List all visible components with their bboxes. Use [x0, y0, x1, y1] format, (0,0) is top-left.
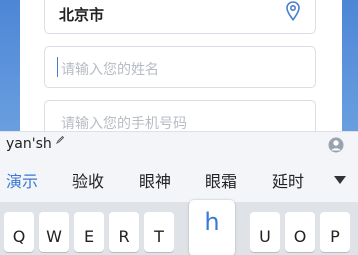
candidate-item[interactable]: 演示 [6, 168, 38, 192]
text-caret [57, 57, 58, 77]
key-e[interactable]: E [74, 212, 104, 252]
key-preview-popup: h [189, 200, 235, 255]
key-r[interactable]: R [109, 212, 139, 252]
ime-panel: yan'sh 演示 验收 眼神 眼霜 延时 Q W E R T U O P h [0, 131, 358, 255]
candidate-item[interactable]: 眼神 [139, 168, 171, 192]
name-field[interactable]: 请输入您的姓名 [44, 46, 316, 88]
candidate-item[interactable]: 眼霜 [205, 168, 237, 192]
left-blue-strip [0, 0, 20, 137]
candidate-item[interactable]: 验收 [72, 168, 104, 192]
key-o[interactable]: O [285, 212, 315, 252]
location-pin-icon[interactable] [285, 1, 301, 21]
key-p[interactable]: P [320, 212, 350, 252]
key-u[interactable]: U [250, 212, 280, 252]
city-value: 北京市 [59, 6, 105, 24]
name-placeholder: 请输入您的姓名 [61, 62, 159, 78]
phone-placeholder: 请输入您的手机号码 [61, 116, 187, 132]
right-blue-strip [342, 0, 358, 137]
city-field[interactable]: 北京市 [44, 0, 316, 34]
key-t[interactable]: T [144, 212, 174, 252]
key-q[interactable]: Q [4, 212, 34, 252]
ime-composition: yan'sh [6, 136, 52, 152]
profile-icon[interactable] [328, 137, 344, 153]
candidate-bar: 演示 验收 眼神 眼霜 延时 [0, 168, 358, 202]
keyboard: Q W E R T U O P [0, 202, 358, 255]
chevron-down-icon[interactable] [334, 176, 346, 184]
key-w[interactable]: W [39, 212, 69, 252]
candidate-item[interactable]: 延时 [272, 168, 304, 192]
pencil-icon[interactable] [56, 135, 65, 144]
form-panel: 北京市 请输入您的姓名 请输入您的手机号码 [20, 0, 342, 140]
